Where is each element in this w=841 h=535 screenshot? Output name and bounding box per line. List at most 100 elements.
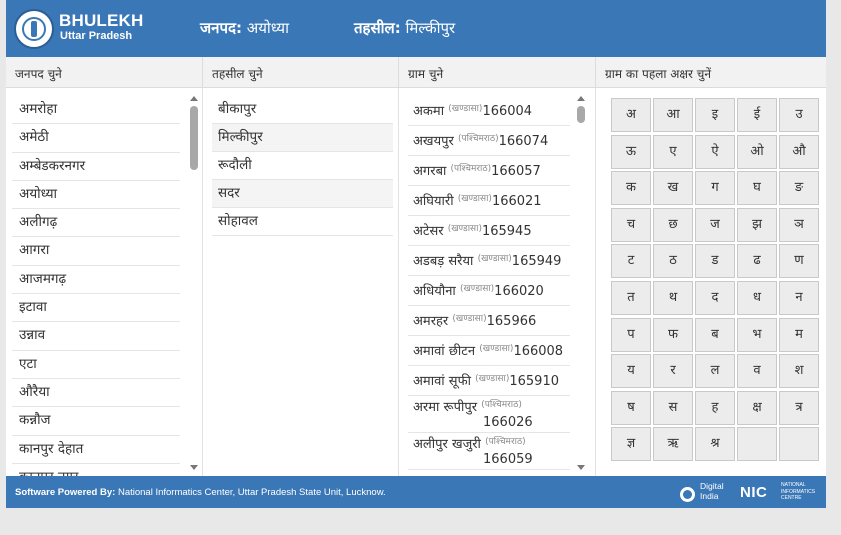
letter-key[interactable]: थ xyxy=(653,280,693,315)
letter-key[interactable]: त xyxy=(611,280,651,315)
village-item[interactable]: अघियारी (खण्डासा)166021 xyxy=(408,186,570,216)
letter-key[interactable]: प xyxy=(611,317,651,352)
village-item[interactable]: अकमा (खण्डासा)166004 xyxy=(408,96,570,126)
letter-key[interactable]: श्र xyxy=(695,427,735,462)
letter-key[interactable]: च xyxy=(611,207,651,242)
letter-key[interactable]: अ xyxy=(611,98,651,132)
letter-key[interactable]: त्र xyxy=(779,390,819,425)
letter-key[interactable]: ई xyxy=(737,98,777,132)
tehsil-value: मिल्कीपुर xyxy=(405,19,456,37)
letter-key[interactable]: औ xyxy=(779,134,819,169)
letter-key[interactable]: ग xyxy=(695,171,735,206)
district-item[interactable]: कानपुर नगर xyxy=(12,464,180,476)
letter-key[interactable]: ङ xyxy=(779,171,819,206)
letter-key[interactable]: य xyxy=(611,354,651,389)
village-item[interactable]: अमावां छीटन (खण्डासा)166008 xyxy=(408,336,570,366)
district-item[interactable]: कानपुर देहात xyxy=(12,436,180,464)
village-code: 165910 xyxy=(509,374,559,389)
letter-key[interactable]: ऊ xyxy=(611,134,651,169)
village-name: अरमा रूपीपुर xyxy=(413,400,478,415)
letter-key[interactable]: इ xyxy=(695,98,735,132)
nic-line-3: CENTRE xyxy=(781,495,802,501)
letter-key[interactable]: ल xyxy=(695,354,735,389)
letter-key[interactable]: क xyxy=(611,171,651,206)
letter-key[interactable]: ट xyxy=(611,244,651,279)
letter-key[interactable]: भ xyxy=(737,317,777,352)
tehsil-item[interactable]: रूदौली xyxy=(212,152,393,180)
letter-key[interactable]: झ xyxy=(737,207,777,242)
letter-key[interactable]: ख xyxy=(653,171,693,206)
village-scrollbar[interactable] xyxy=(576,96,587,470)
letter-column-header: ग्राम का पहला अक्षर चुनें xyxy=(596,57,826,88)
district-item[interactable]: आजमगढ़ xyxy=(12,266,180,295)
village-item[interactable]: अटेसर (खण्डासा)165945 xyxy=(408,216,570,246)
letter-key[interactable]: ण xyxy=(779,244,819,279)
letter-key[interactable]: म xyxy=(779,317,819,352)
letter-key[interactable] xyxy=(737,427,777,462)
village-item[interactable]: अमावां सूफी (खण्डासा)165910 xyxy=(408,366,570,396)
letter-key[interactable]: ऋ xyxy=(653,427,693,462)
letter-key[interactable]: श xyxy=(779,354,819,389)
letter-key[interactable]: ए xyxy=(653,134,693,169)
district-item[interactable]: अमरोहा xyxy=(12,96,180,125)
district-item[interactable]: आगरा xyxy=(12,237,180,266)
village-item[interactable]: अखयपुर (पश्चिमराठ)166074 xyxy=(408,126,570,156)
janpad-label: जनपद: xyxy=(200,19,242,37)
letter-key[interactable]: व xyxy=(737,354,777,389)
letter-key[interactable]: छ xyxy=(653,207,693,242)
district-item[interactable]: औरैया xyxy=(12,379,180,408)
letter-key[interactable]: ढ xyxy=(737,244,777,279)
letter-key[interactable]: र xyxy=(653,354,693,389)
letter-key[interactable]: ठ xyxy=(653,244,693,279)
letter-key[interactable]: ध xyxy=(737,280,777,315)
village-name: अटेसर xyxy=(413,224,444,239)
letter-key[interactable]: द xyxy=(695,280,735,315)
district-item[interactable]: अमेठी xyxy=(12,124,180,153)
letter-key[interactable]: ड xyxy=(695,244,735,279)
letter-key[interactable]: ब xyxy=(695,317,735,352)
village-name: अडबड़ सरैया xyxy=(413,254,474,269)
letter-key[interactable]: न xyxy=(779,280,819,315)
letter-key[interactable]: ऐ xyxy=(695,134,735,169)
district-item[interactable]: अम्बेडकरनगर xyxy=(12,153,180,181)
letter-key[interactable]: ष xyxy=(611,390,651,425)
letter-key[interactable]: उ xyxy=(779,98,819,132)
village-name: अखयपुर xyxy=(413,134,454,149)
letter-key[interactable]: घ xyxy=(737,171,777,206)
tehsil-item[interactable]: मिल्कीपुर xyxy=(212,124,393,152)
letter-key[interactable]: ञ xyxy=(779,207,819,242)
letter-key[interactable]: फ xyxy=(653,317,693,352)
district-item[interactable]: अलीगढ़ xyxy=(12,209,180,238)
letter-key[interactable]: ज्ञ xyxy=(611,427,651,462)
district-scrollbar[interactable] xyxy=(189,96,200,470)
village-name: अलीपुर खजुरी xyxy=(413,437,481,452)
letter-key[interactable] xyxy=(779,427,819,462)
village-item[interactable]: अधियौना (खण्डासा)166020 xyxy=(408,276,570,306)
letter-key[interactable]: ज xyxy=(695,207,735,242)
tehsil-item[interactable]: बीकापुर xyxy=(212,96,393,124)
village-code: 166021 xyxy=(491,194,542,209)
letter-key[interactable]: क्ष xyxy=(737,390,777,425)
selected-tehsil: तहसील: मिल्कीपुर xyxy=(354,18,455,38)
district-item[interactable]: अयोध्या xyxy=(12,181,180,210)
district-item[interactable]: कन्नौज xyxy=(12,407,180,436)
village-tag: (पश्चिमराठ) xyxy=(450,164,492,174)
district-item[interactable]: उन्नाव xyxy=(12,322,180,351)
village-item[interactable]: अलीपुर खजुरी (पश्चिमराठ) 166059 xyxy=(408,433,570,470)
letter-key[interactable]: ओ xyxy=(737,134,777,169)
village-item[interactable]: अगरबा (पश्चिमराठ)166057 xyxy=(408,156,570,186)
tehsil-item[interactable]: सदर xyxy=(212,180,393,208)
village-name: अघियारी xyxy=(413,194,454,209)
letter-key[interactable]: ह xyxy=(695,390,735,425)
letter-key[interactable]: स xyxy=(653,390,693,425)
district-item[interactable]: इटावा xyxy=(12,294,180,323)
village-item[interactable]: अडबड़ सरैया (खण्डासा)165949 xyxy=(408,246,570,276)
district-item[interactable]: एटा xyxy=(12,351,180,379)
village-item[interactable]: अरमा रूपीपुर (पश्चिमराठ) 166026 xyxy=(408,396,570,433)
village-item[interactable]: अमरहर (खण्डासा)165966 xyxy=(408,306,570,336)
tehsil-item[interactable]: सोहावल xyxy=(212,208,393,236)
app-window: BHULEKH Uttar Pradesh जनपद: अयोध्या तहसी… xyxy=(6,0,826,508)
tehsil-panel: बीकापुर मिल्कीपुर रूदौली सदर सोहावल xyxy=(203,88,399,476)
letter-key[interactable]: आ xyxy=(653,98,693,132)
janpad-value: अयोध्या xyxy=(246,19,290,37)
